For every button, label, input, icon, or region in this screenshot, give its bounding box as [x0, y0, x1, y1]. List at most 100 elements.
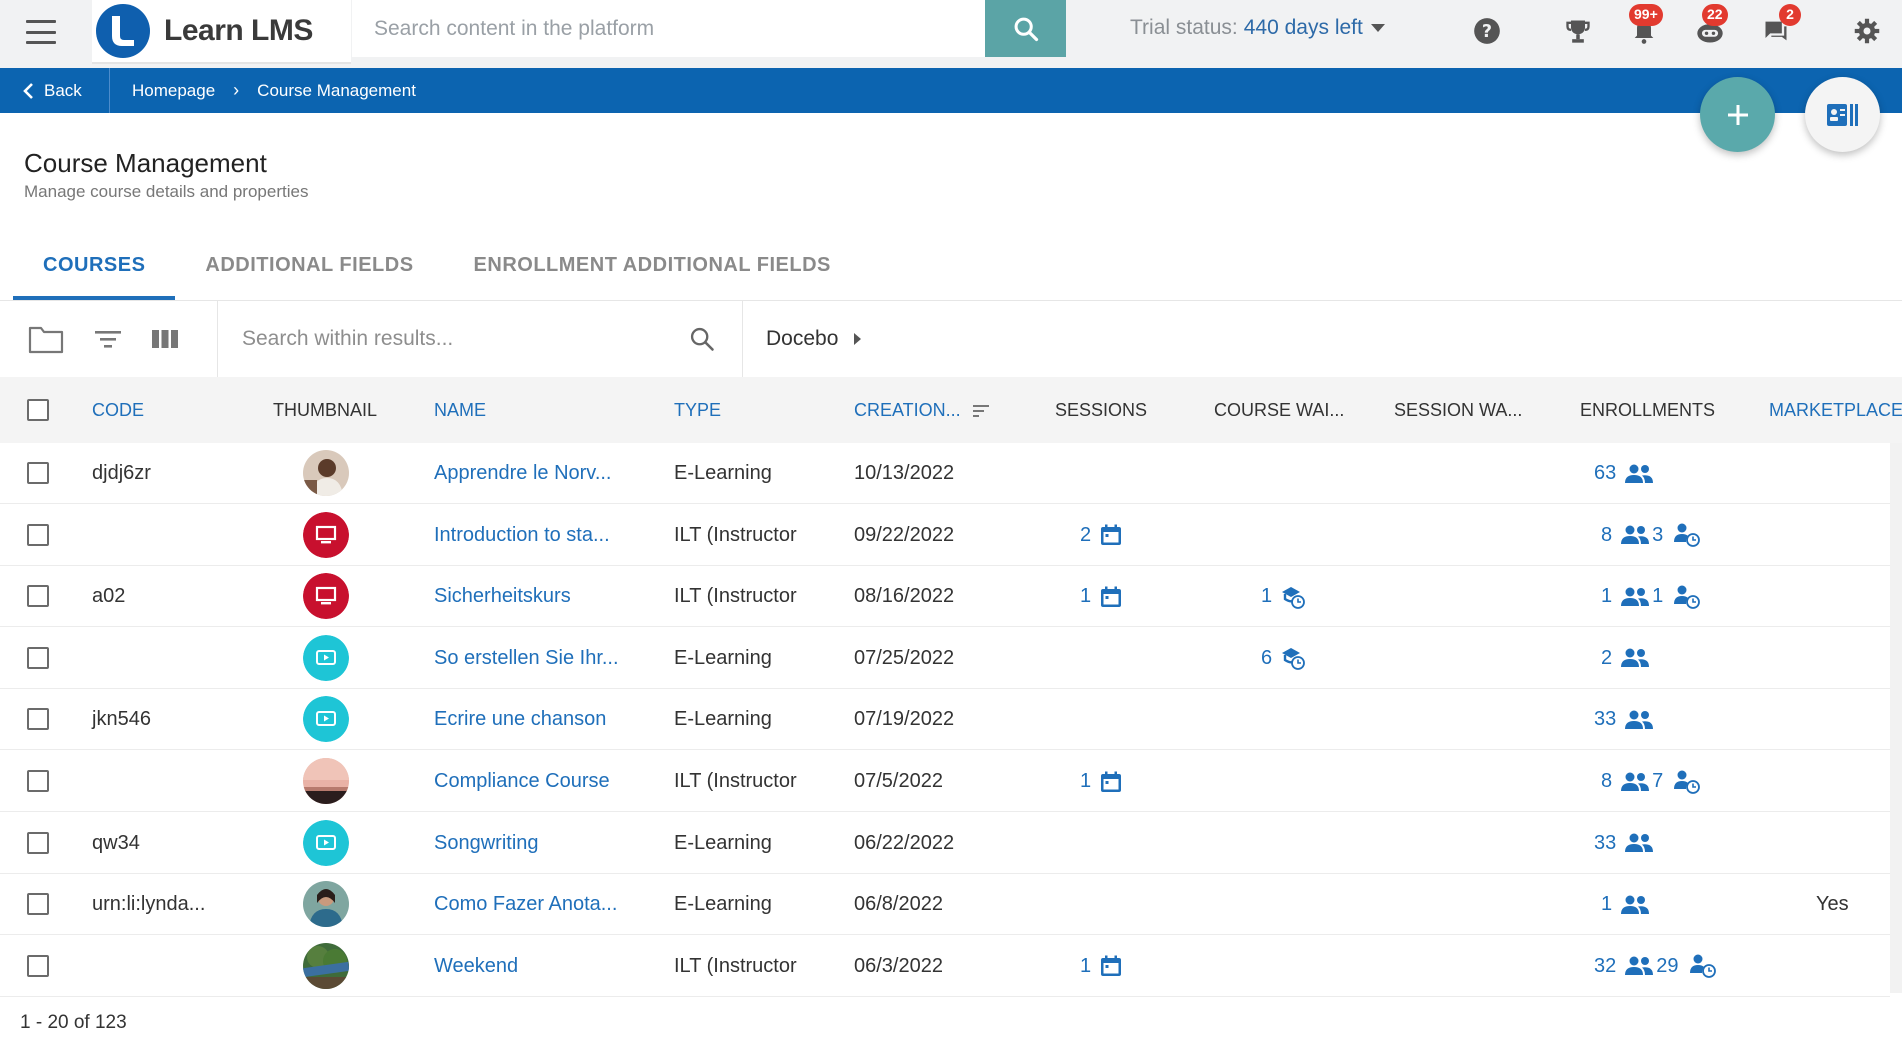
course-waitlist-icon	[1280, 584, 1306, 610]
course-name-link[interactable]: Como Fazer Anota...	[434, 874, 617, 935]
cell-course-waiting[interactable]: 1	[1261, 566, 1306, 627]
results-search-input[interactable]	[224, 313, 664, 365]
table-toolbar: Docebo	[0, 301, 1902, 377]
tab-enrollment-additional-fields[interactable]: ENROLLMENT ADDITIONAL FIELDS	[444, 240, 861, 300]
cell-course-waiting[interactable]: 6	[1261, 628, 1306, 689]
cell-enrollments[interactable]: 32 29	[1594, 936, 1717, 997]
course-name-link[interactable]: Introduction to sta...	[434, 505, 610, 566]
column-creation[interactable]: CREATION...	[854, 377, 990, 443]
folder-icon[interactable]	[28, 323, 64, 355]
course-name-link[interactable]: Sicherheitskurs	[434, 566, 571, 627]
row-checkbox[interactable]	[27, 523, 49, 546]
row-checkbox[interactable]	[27, 462, 49, 484]
scrollbar[interactable]	[1890, 443, 1902, 993]
notifications-badge: 99+	[1629, 4, 1663, 26]
table-row[interactable]: Introduction to sta... ILT (Instructor 09/…	[0, 505, 1890, 566]
column-course-waiting: COURSE WAI...	[1214, 400, 1345, 420]
search-icon[interactable]	[688, 325, 716, 358]
cell-sessions[interactable]: 1	[1080, 751, 1123, 812]
table-row[interactable]: a02 Sicherheitskurs ILT (Instructor 08/16/2…	[0, 566, 1890, 628]
trial-label: Trial status:	[1130, 16, 1238, 39]
table-row[interactable]: Weekend ILT (Instructor 06/3/2022 1 32 29	[0, 936, 1890, 997]
row-checkbox[interactable]	[27, 954, 49, 977]
table-row[interactable]: qw34 Songwriting E-Learning 06/22/2022 33	[0, 813, 1890, 874]
row-checkbox[interactable]	[27, 831, 49, 854]
table-row[interactable]: Compliance Course ILT (Instructor 07/5/202…	[0, 751, 1890, 812]
row-checkbox[interactable]	[27, 585, 49, 608]
global-search-input[interactable]	[352, 0, 985, 57]
course-name-link[interactable]: Songwriting	[434, 813, 539, 874]
table-row[interactable]: So erstellen Sie Ihr... E-Learning 07/25/2…	[0, 628, 1890, 689]
columns-icon[interactable]	[147, 323, 183, 355]
row-checkbox[interactable]	[27, 646, 49, 669]
course-name-link[interactable]: Apprendre le Norv...	[434, 443, 612, 504]
course-name-link[interactable]: Compliance Course	[434, 751, 610, 812]
cell-enrollments[interactable]: 63	[1594, 443, 1654, 504]
row-checkbox[interactable]	[27, 770, 49, 792]
cell-sessions[interactable]: 2	[1080, 505, 1123, 566]
notifications-bell-icon[interactable]: 99+	[1627, 4, 1663, 48]
chevron-left-icon	[23, 82, 33, 99]
help-icon[interactable]: ?	[1470, 14, 1504, 48]
column-type[interactable]: TYPE	[674, 377, 721, 443]
table-row[interactable]: urn:li:lynda... Como Fazer Anota... E-Lear…	[0, 874, 1890, 936]
course-name-link[interactable]: So erstellen Sie Ihr...	[434, 628, 619, 689]
cell-creation-date: 07/25/2022	[854, 646, 955, 669]
cell-type: E-Learning	[674, 893, 772, 916]
cell-marketplace: Yes	[1816, 893, 1849, 916]
row-checkbox[interactable]	[27, 893, 49, 916]
cell-enrollments[interactable]: 33	[1594, 813, 1654, 874]
cell-enrollments[interactable]: 87	[1601, 751, 1701, 812]
table-row[interactable]: djdj6zr Apprendre le Norv... E-Learning 10/…	[0, 443, 1890, 504]
trophy-icon[interactable]	[1561, 14, 1595, 48]
back-button[interactable]: Back	[22, 68, 82, 113]
cell-enrollments[interactable]: 2	[1601, 628, 1650, 689]
cell-sessions[interactable]: 1	[1080, 566, 1123, 627]
robot-icon[interactable]: 22	[1693, 4, 1728, 48]
page-subtitle: Manage course details and properties	[24, 182, 309, 201]
cell-creation-date: 06/22/2022	[854, 831, 955, 854]
cell-enrollments[interactable]: 83	[1601, 505, 1701, 566]
course-thumbnail	[303, 450, 349, 496]
cell-sessions[interactable]: 1	[1080, 936, 1123, 997]
select-all-checkbox[interactable]	[27, 399, 49, 421]
cell-enrollments[interactable]: 33	[1594, 689, 1654, 750]
course-thumbnail	[303, 634, 349, 681]
logo-mark-icon	[96, 4, 150, 58]
table-row[interactable]: jkn546 Ecrire une chanson E-Learning 07/19/…	[0, 689, 1890, 751]
filter-icon[interactable]	[90, 323, 126, 355]
trial-status[interactable]: Trial status: 440 days left	[1130, 16, 1385, 40]
course-waiting-count: 6	[1261, 646, 1273, 669]
tab-additional-fields[interactable]: ADDITIONAL FIELDS	[175, 240, 443, 300]
enrollments-count: 33	[1594, 708, 1617, 731]
course-waitlist-icon	[1280, 645, 1306, 671]
calendar-icon	[1099, 770, 1123, 794]
breadcrumb-homepage[interactable]: Homepage	[132, 81, 215, 101]
cell-creation-date: 09/22/2022	[854, 523, 955, 546]
menu-icon[interactable]	[26, 20, 56, 44]
add-course-button[interactable]	[1700, 77, 1775, 152]
column-marketplace[interactable]: MARKETPLACE	[1769, 377, 1902, 443]
column-code[interactable]: CODE	[92, 377, 144, 443]
gear-icon[interactable]	[1850, 14, 1884, 48]
users-icon	[1624, 832, 1654, 854]
search-icon	[1014, 17, 1038, 41]
row-checkbox[interactable]	[27, 708, 49, 731]
column-name[interactable]: NAME	[434, 377, 486, 443]
global-search-button[interactable]	[985, 0, 1066, 57]
cell-enrollments[interactable]: 1	[1601, 874, 1650, 935]
logo[interactable]: Learn LMS	[92, 0, 351, 64]
cell-enrollments[interactable]: 11	[1601, 566, 1701, 627]
side-panel-button[interactable]	[1805, 77, 1880, 152]
users-icon	[1624, 955, 1654, 977]
chat-icon[interactable]: 2	[1759, 4, 1801, 48]
tab-courses[interactable]: COURSES	[13, 240, 176, 300]
course-name-link[interactable]: Weekend	[434, 936, 518, 997]
chat-badge: 2	[1779, 4, 1801, 26]
users-icon	[1620, 586, 1650, 608]
branch-label: Docebo	[766, 327, 839, 350]
course-name-link[interactable]: Ecrire une chanson	[434, 689, 606, 750]
cell-type: ILT (Instructor	[674, 523, 797, 546]
branch-selector[interactable]: Docebo	[766, 301, 862, 377]
cell-type: ILT (Instructor	[674, 585, 797, 608]
